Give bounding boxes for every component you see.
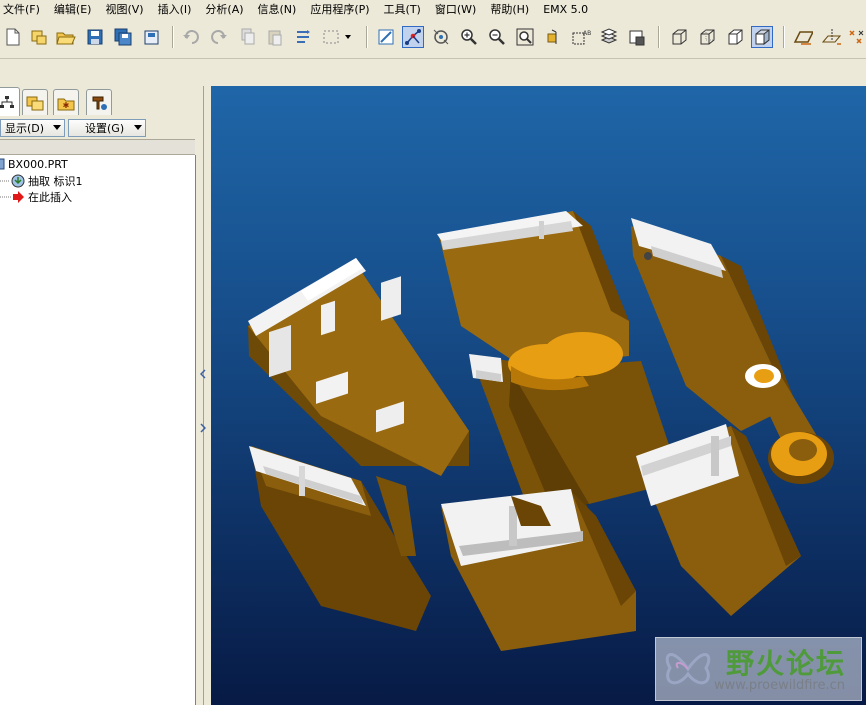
shading-icon[interactable]	[751, 26, 773, 48]
menu-tools[interactable]: 工具(T)	[377, 0, 428, 20]
settings-dropdown[interactable]: 设置(G)	[68, 119, 146, 137]
menu-file[interactable]: 文件(F)	[0, 0, 47, 20]
watermark-url: www.proewildfire.cn	[714, 678, 845, 693]
zoom-out-icon[interactable]	[486, 26, 508, 48]
tree-controls: 显示(D) 设置(G)	[0, 117, 197, 139]
expand-right-icon[interactable]	[200, 418, 207, 433]
tab-favorites[interactable]: ✱	[53, 89, 79, 115]
collapse-left-icon[interactable]	[199, 364, 206, 379]
tree-item[interactable]: 抽取 标识1	[0, 173, 83, 189]
tree-item[interactable]: 在此插入	[0, 189, 72, 205]
tab-connections[interactable]	[86, 89, 112, 115]
datum-points-icon[interactable]	[846, 26, 866, 48]
show-dropdown[interactable]: 显示(D)	[0, 119, 65, 137]
menu-info[interactable]: 信息(N)	[251, 0, 304, 20]
datum-axes-icon[interactable]	[820, 26, 842, 48]
menu-insert[interactable]: 插入(I)	[151, 0, 199, 20]
menu-window[interactable]: 窗口(W)	[428, 0, 483, 20]
model-tree: BX000.PRT 抽取 标识1 在此插入	[0, 155, 196, 705]
orient-icon[interactable]	[430, 26, 452, 48]
spin-center-icon[interactable]	[402, 26, 424, 48]
tree-root-label: BX000.PRT	[8, 157, 68, 171]
open-folder-icon[interactable]	[55, 26, 77, 48]
refit-icon[interactable]	[514, 26, 536, 48]
svg-text:AB: AB	[583, 30, 591, 37]
layers-icon[interactable]	[598, 26, 620, 48]
settings-dropdown-label: 设置(G)	[85, 122, 125, 135]
backup-icon[interactable]	[140, 26, 162, 48]
part-icon	[0, 158, 5, 170]
menu-edit[interactable]: 编辑(E)	[47, 0, 99, 20]
save-icon[interactable]	[84, 26, 106, 48]
tree-column-header	[0, 139, 195, 155]
chevron-down-icon	[134, 125, 142, 130]
copy-icon[interactable]	[237, 26, 259, 48]
panel-splitter[interactable]	[197, 86, 211, 705]
main-toolbar: AB	[0, 20, 866, 59]
tree-root[interactable]: BX000.PRT	[0, 156, 68, 172]
forum-watermark: 野火论坛 www.proewildfire.cn	[655, 637, 862, 701]
model-render	[248, 211, 834, 651]
svg-text:✱: ✱	[63, 101, 70, 110]
no-hidden-icon[interactable]	[724, 26, 746, 48]
saved-views-icon[interactable]: AB	[570, 26, 592, 48]
view-manager-icon[interactable]	[542, 26, 564, 48]
toolbar-gap	[0, 59, 866, 85]
navigator-tabs: ✱	[0, 86, 197, 116]
paste-special-icon[interactable]	[292, 26, 314, 48]
datum-planes-icon[interactable]	[792, 26, 814, 48]
redo-icon[interactable]	[208, 26, 230, 48]
butterfly-logo-icon	[665, 653, 711, 685]
menu-help[interactable]: 帮助(H)	[483, 0, 536, 20]
repaint-icon[interactable]	[375, 26, 397, 48]
tree-item-label: 在此插入	[28, 191, 72, 204]
wireframe-icon[interactable]	[668, 26, 690, 48]
new-icon[interactable]	[2, 26, 24, 48]
menu-view[interactable]: 视图(V)	[98, 0, 150, 20]
save-copy-icon[interactable]	[112, 26, 134, 48]
open-session-icon[interactable]	[28, 26, 50, 48]
hidden-line-icon[interactable]	[696, 26, 718, 48]
mold-insert-left	[248, 258, 469, 476]
watermark-title: 野火论坛	[726, 647, 847, 680]
show-dropdown-label: 显示(D)	[5, 122, 45, 135]
model-display-icon[interactable]	[626, 26, 648, 48]
menu-analysis[interactable]: 分析(A)	[198, 0, 250, 20]
menu-emx[interactable]: EMX 5.0	[536, 0, 595, 20]
insert-here-arrow-icon	[0, 191, 24, 203]
menu-applications[interactable]: 应用程序(P)	[303, 0, 376, 20]
graphics-window[interactable]	[211, 86, 866, 705]
tree-item-label: 抽取 标识1	[28, 175, 83, 188]
zoom-in-icon[interactable]	[458, 26, 480, 48]
tab-folder-browser[interactable]	[22, 89, 48, 115]
tab-model-tree[interactable]	[0, 87, 20, 116]
paste-icon[interactable]	[264, 26, 286, 48]
select-box-icon[interactable]	[320, 26, 354, 48]
menu-bar: 文件(F) 编辑(E) 视图(V) 插入(I) 分析(A) 信息(N) 应用程序…	[0, 0, 866, 20]
chevron-down-icon	[53, 125, 61, 130]
extract-feature-icon	[0, 174, 25, 188]
undo-icon[interactable]	[180, 26, 202, 48]
model-tree-panel: ✱ 显示(D) 设置(G) BX000.PRT 抽取 标识1 在此插入	[0, 86, 197, 705]
